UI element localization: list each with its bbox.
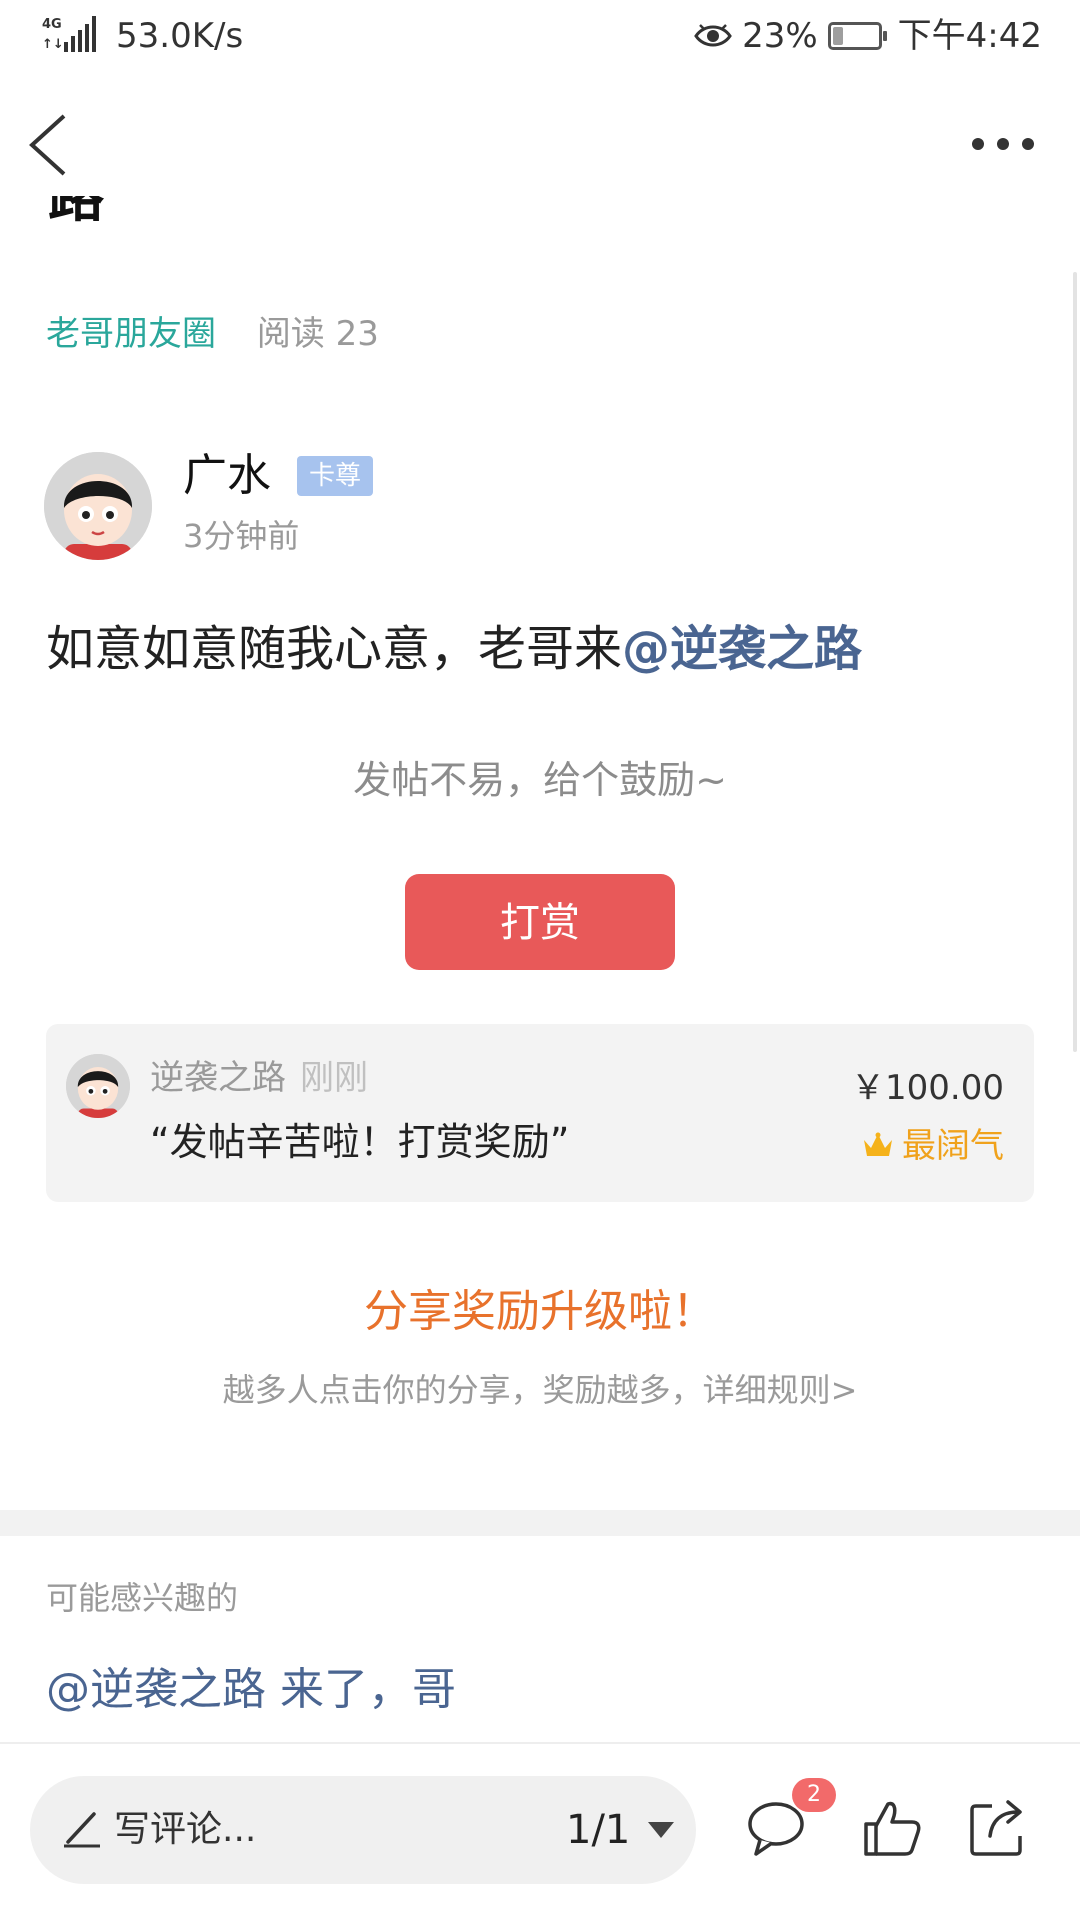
back-icon[interactable] <box>26 112 70 178</box>
tip-amount: ￥100.00 <box>851 1068 1004 1108</box>
clock: 下午4:42 <box>897 16 1042 56</box>
bottom-bar: 写评论... 1/1 2 <box>0 1742 1080 1922</box>
page-indicator[interactable]: 1/1 <box>566 1804 630 1856</box>
post-time: 3分钟前 <box>183 517 300 555</box>
share-icon[interactable] <box>966 1796 1030 1860</box>
circle-link[interactable]: 老哥朋友圈 <box>46 314 216 354</box>
eye-icon <box>694 24 732 47</box>
crown-icon <box>864 1132 892 1156</box>
mention-link[interactable]: @逆袭之路 <box>622 621 862 677</box>
pencil-icon <box>64 1812 100 1848</box>
tipper-line: 逆袭之路 刚刚 <box>150 1054 368 1102</box>
read-count: 阅读 23 <box>256 314 379 354</box>
chevron-down-icon[interactable] <box>648 1822 674 1838</box>
post-content: 如意如意随我心意，老哥来@逆袭之路 <box>46 616 862 682</box>
related-item[interactable]: @逆袭之路 来了，哥 <box>46 1660 456 1720</box>
status-right: 23% 下午4:42 <box>694 16 1042 56</box>
signal-icon: 4G ↑↓ <box>42 16 96 52</box>
tipper-name[interactable]: 逆袭之路 <box>150 1058 286 1098</box>
tip-time: 刚刚 <box>300 1058 368 1098</box>
post-meta: 老哥朋友圈 阅读 23 <box>46 310 379 358</box>
reward-prompt: 发帖不易，给个鼓励~ <box>353 758 727 802</box>
svg-text:4G: 4G <box>42 17 62 32</box>
avatar-face-icon <box>66 1054 130 1118</box>
tip-message: “发帖辛苦啦！打赏奖励” <box>150 1120 570 1164</box>
share-rules-link[interactable]: 越多人点击你的分享，奖励越多，详细规则> <box>0 1366 1080 1414</box>
comment-count-badge: 2 <box>792 1778 836 1812</box>
avatar-face-icon <box>44 452 152 560</box>
page-title: 路 <box>48 196 104 230</box>
svg-text:↑↓: ↑↓ <box>42 37 64 52</box>
avatar[interactable] <box>44 452 152 560</box>
comment-input[interactable]: 写评论... 1/1 <box>30 1776 696 1884</box>
battery-percent: 23% <box>742 16 818 56</box>
battery-fill <box>832 27 843 45</box>
tipper-avatar[interactable] <box>66 1054 130 1118</box>
tip-rank-label: 最阔气 <box>902 1126 1004 1166</box>
tip-rank: 最阔气 <box>862 1122 1004 1170</box>
author-name[interactable]: 广水 <box>183 448 271 504</box>
reward-button[interactable]: 打赏 <box>405 874 675 970</box>
post-content-text: 如意如意随我心意，老哥来 <box>46 621 623 677</box>
related-title: 可能感兴趣的 <box>46 1579 239 1617</box>
section-divider <box>0 1510 1080 1536</box>
tip-card[interactable]: 逆袭之路 刚刚 “发帖辛苦啦！打赏奖励” ￥100.00 最阔气 <box>46 1024 1034 1202</box>
more-icon[interactable] <box>970 132 1036 156</box>
scrollbar[interactable] <box>1073 272 1077 1052</box>
comment-placeholder: 写评论... <box>114 1809 257 1850</box>
status-bar: 4G ↑↓ 53.0K/s 23% 下午4:42 <box>0 0 1080 76</box>
share-title: 分享奖励升级啦！ <box>364 1286 716 1337</box>
like-icon[interactable] <box>860 1796 924 1860</box>
battery-icon <box>827 22 887 50</box>
author-badge: 卡尊 <box>297 456 374 496</box>
network-speed: 53.0K/s <box>116 16 244 56</box>
